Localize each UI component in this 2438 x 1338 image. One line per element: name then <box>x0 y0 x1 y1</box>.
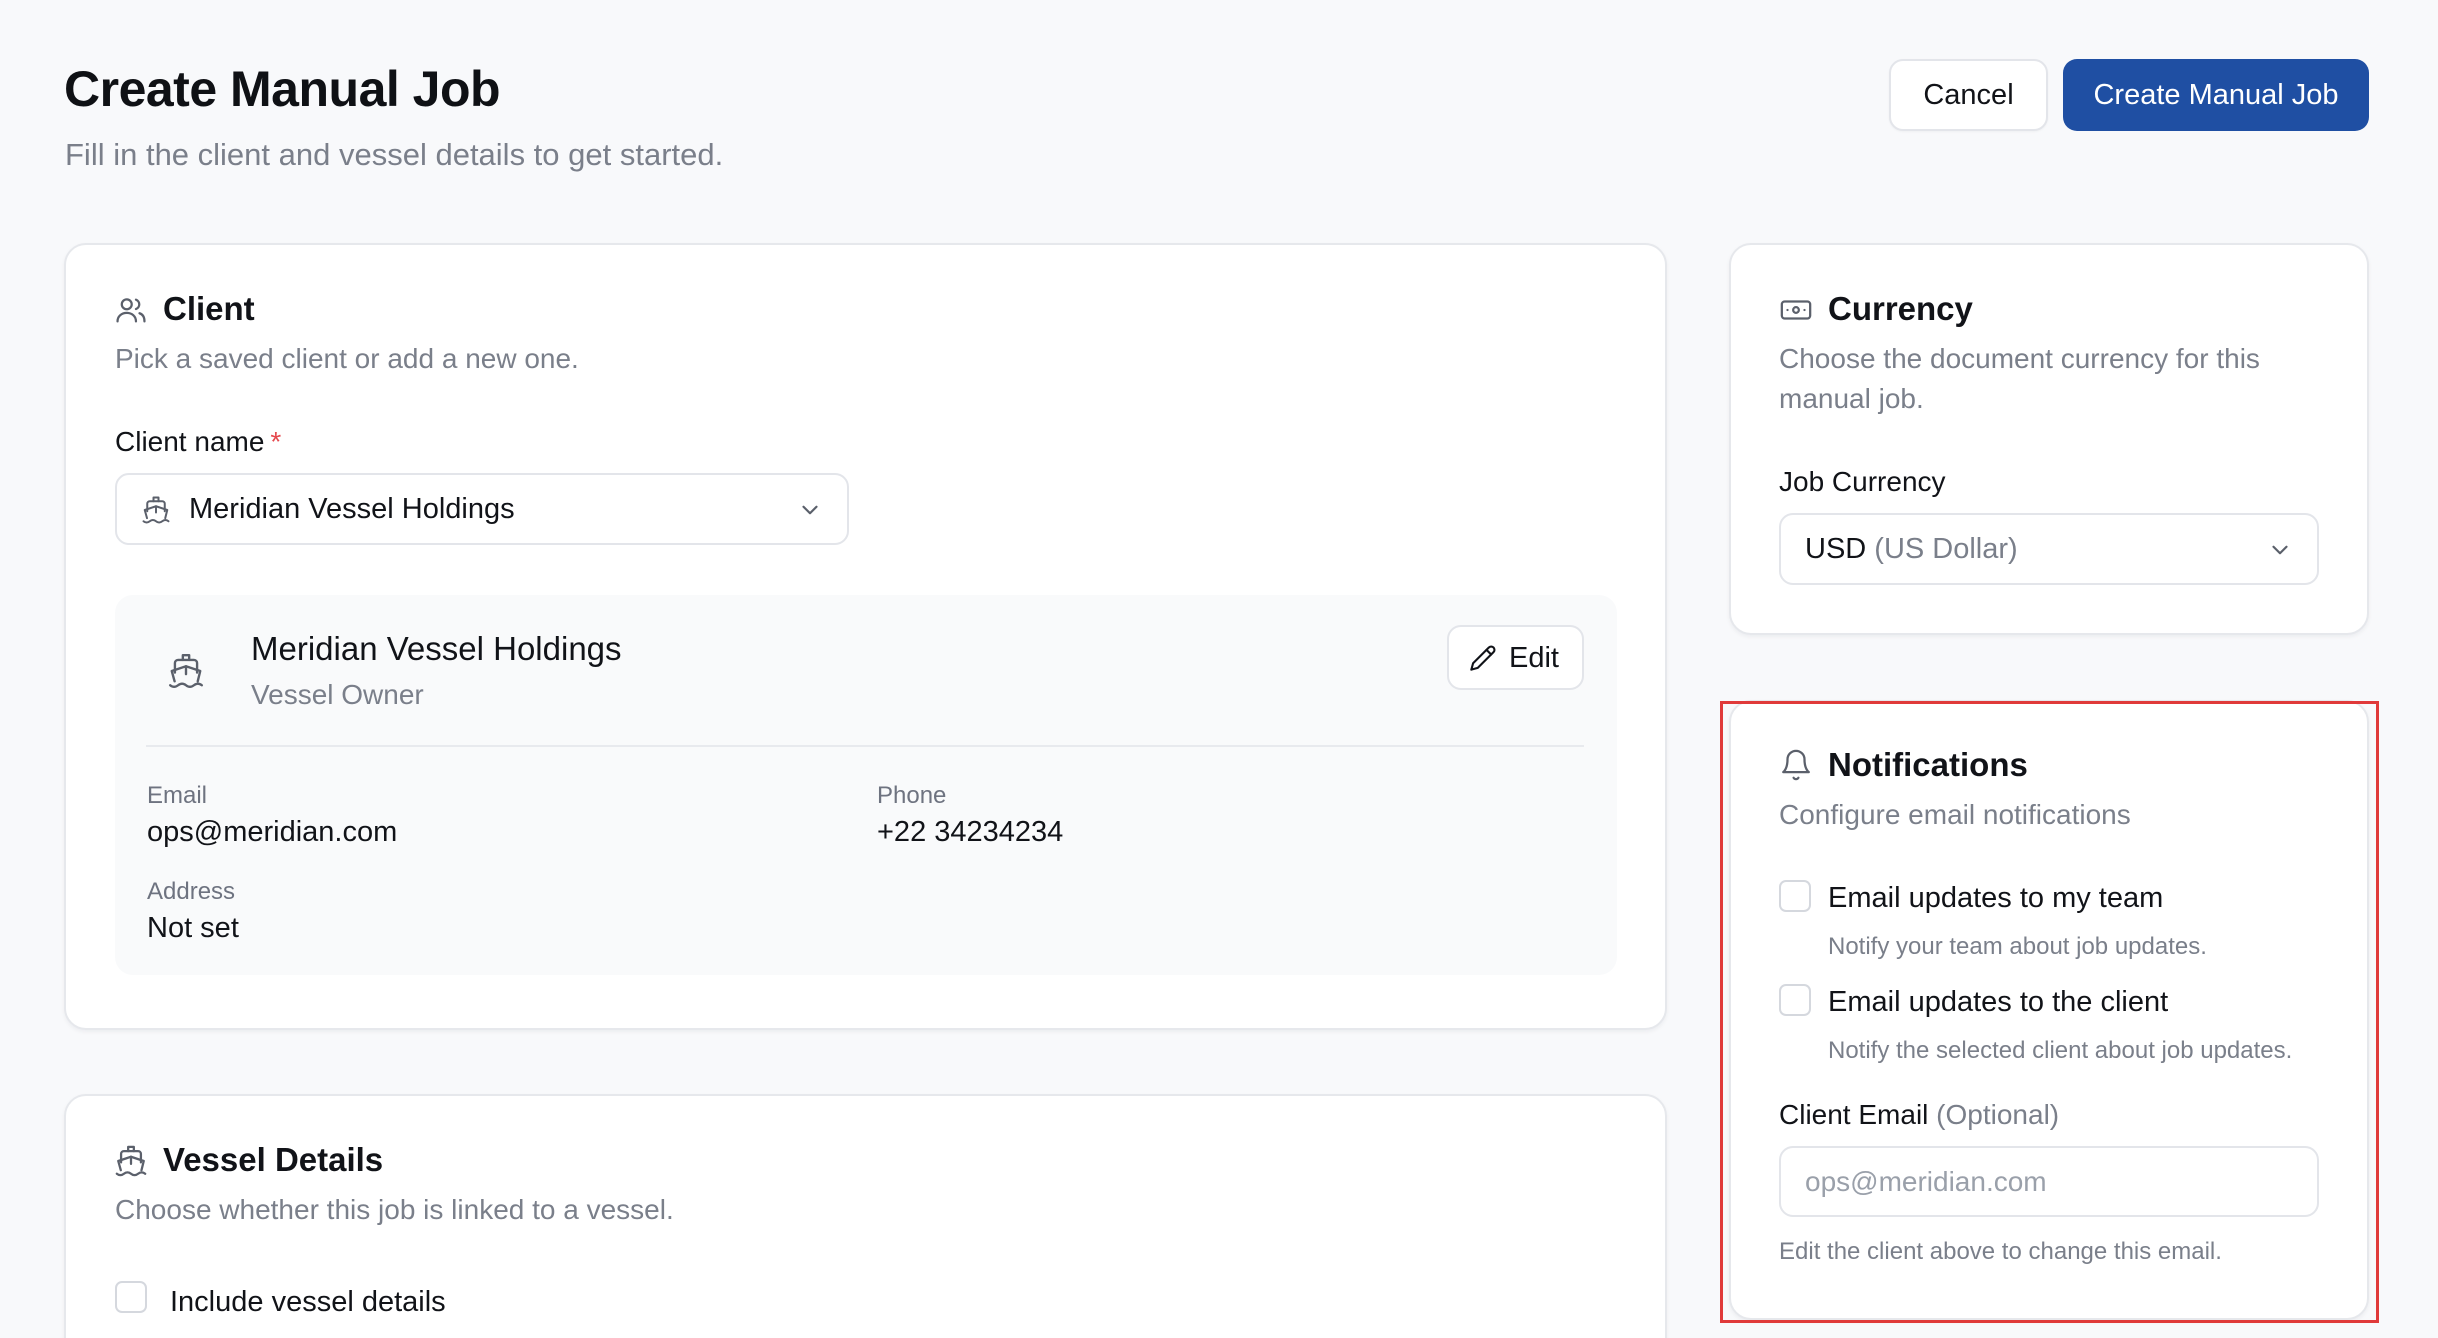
team-updates-label[interactable]: Email updates to my team <box>1828 882 2163 915</box>
chevron-down-icon <box>2272 545 2288 555</box>
required-mark: * <box>270 426 282 457</box>
job-currency-value: USD (US Dollar) <box>1805 533 2018 566</box>
address-label: Address <box>147 878 236 905</box>
client-details-divider <box>146 745 1584 747</box>
client-details-name: Meridian Vessel Holdings <box>251 630 622 667</box>
page-subtitle: Fill in the client and vessel details to… <box>65 137 724 172</box>
job-currency-select[interactable]: USD (US Dollar) <box>1779 513 2319 585</box>
client-updates-checkbox[interactable] <box>1779 984 1811 1016</box>
client-email-hint: Edit the client above to change this ema… <box>1779 1238 2222 1265</box>
team-updates-description: Notify your team about job updates. <box>1828 933 2207 960</box>
currency-code: USD <box>1805 533 1867 565</box>
pencil-icon <box>1470 645 1496 671</box>
create-manual-job-button[interactable]: Create Manual Job <box>2063 59 2369 131</box>
ship-icon <box>142 496 170 524</box>
currency-card-title: Currency <box>1828 290 1973 327</box>
edit-client-button[interactable]: Edit <box>1447 625 1584 690</box>
team-updates-checkbox[interactable] <box>1779 880 1811 912</box>
edit-client-label: Edit <box>1509 642 1559 674</box>
client-name-label-text: Client name <box>115 426 265 457</box>
email-value: ops@meridian.com <box>147 816 398 848</box>
phone-label: Phone <box>877 782 947 809</box>
include-vessel-label[interactable]: Include vessel details <box>170 1286 446 1319</box>
client-updates-description: Notify the selected client about job upd… <box>1828 1037 2293 1064</box>
notifications-card-description: Configure email notifications <box>1779 799 2131 830</box>
bell-icon <box>1782 749 1810 781</box>
currency-card-description: Choose the document currency for this ma… <box>1779 343 2260 414</box>
client-email-optional: (Optional) <box>1936 1099 2060 1130</box>
vessel-card-title: Vessel Details <box>163 1141 384 1178</box>
ship-icon <box>168 653 204 689</box>
users-icon <box>116 298 146 323</box>
notifications-card-title: Notifications <box>1828 746 2028 783</box>
client-details-role: Vessel Owner <box>251 679 424 710</box>
client-email-label-text: Client Email <box>1779 1099 1929 1130</box>
banknote-icon <box>1780 300 1812 320</box>
client-email-input[interactable] <box>1779 1146 2319 1217</box>
page-title: Create Manual Job <box>64 61 501 117</box>
job-currency-label: Job Currency <box>1779 466 1946 497</box>
create-manual-job-page: Create Manual Job Fill in the client and… <box>0 0 2438 1338</box>
ship-icon <box>115 1145 147 1177</box>
client-card-title: Client <box>163 290 255 327</box>
currency-name: (US Dollar) <box>1874 533 2018 565</box>
address-value: Not set <box>147 912 239 944</box>
client-select[interactable]: Meridian Vessel Holdings <box>115 473 849 545</box>
client-updates-label[interactable]: Email updates to the client <box>1828 986 2168 1019</box>
client-email-label: Client Email (Optional) <box>1779 1099 2059 1131</box>
email-label: Email <box>147 782 208 809</box>
cancel-button[interactable]: Cancel <box>1889 59 2048 131</box>
client-select-value: Meridian Vessel Holdings <box>189 493 515 525</box>
vessel-card-description: Choose whether this job is linked to a v… <box>115 1194 674 1225</box>
phone-value: +22 34234234 <box>877 816 1064 848</box>
chevron-down-icon <box>802 505 818 515</box>
client-card-description: Pick a saved client or add a new one. <box>115 343 579 374</box>
include-vessel-checkbox[interactable] <box>115 1281 147 1313</box>
client-name-label: Client name * <box>115 426 281 458</box>
